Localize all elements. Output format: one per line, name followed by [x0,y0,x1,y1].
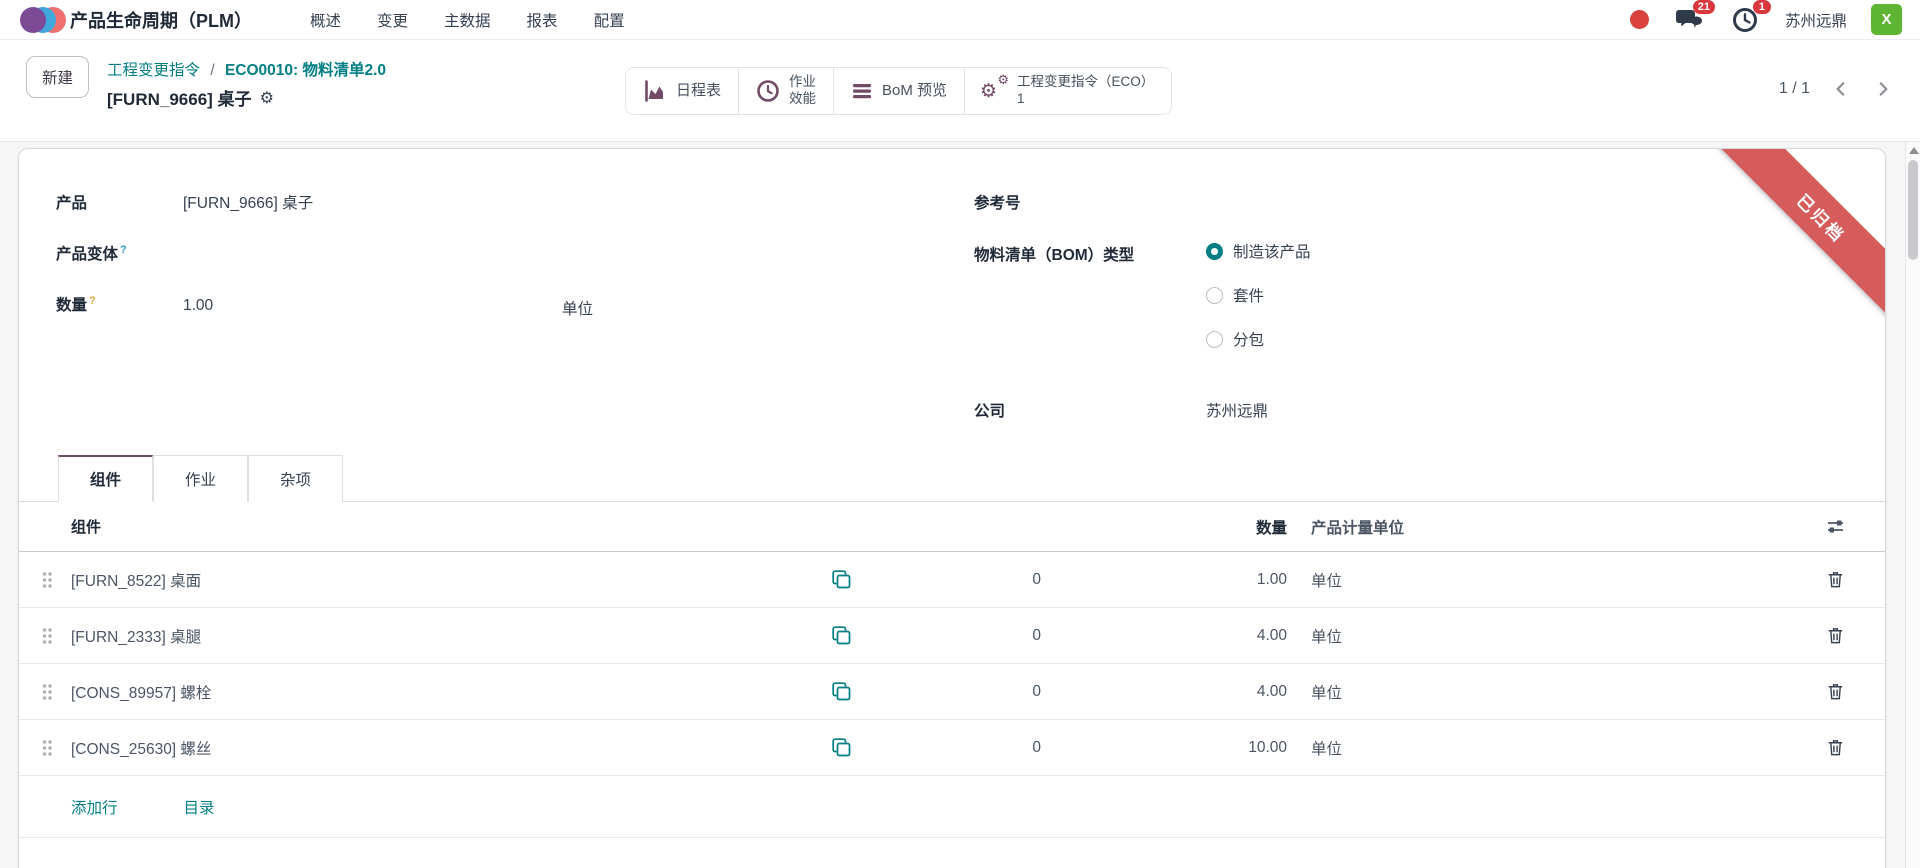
user-avatar[interactable]: X [1871,4,1902,35]
new-button[interactable]: 新建 [26,56,89,98]
quantity-input[interactable]: 1.00 [183,297,562,319]
eco-count-button[interactable]: ⚙⚙ 工程变更指令（ECO）1 [965,68,1171,114]
clock-icon [756,79,780,103]
optional-columns-icon[interactable] [1815,513,1855,540]
table-row: [CONS_89957] 螺栓 0 4.00 单位 [19,664,1885,720]
menu-master-data[interactable]: 主数据 [444,9,491,31]
breadcrumb: 工程变更指令 / ECO0010: 物料清单2.0 [FURN_9666] 桌子… [107,56,386,110]
reference-label: 参考号 [974,191,1206,213]
quantity-label: 数量? [56,293,183,315]
activities-clock-icon[interactable]: 1 [1729,4,1761,36]
content-area: 已归档 产品 [FURN_9666] 桌子 产品变体? 数量? 1.00 单位 [0,141,1920,868]
duplicate-icon[interactable] [811,677,871,706]
delete-row-icon[interactable] [1815,734,1855,761]
catalog-link[interactable]: 目录 [184,796,215,818]
breadcrumb-separator: / [210,62,214,79]
delete-row-icon[interactable] [1815,566,1855,593]
bom-overview-button[interactable]: BoM 预览 [834,68,965,114]
odoo-logo-icon[interactable] [20,6,60,34]
components-table: 组件 数量 产品计量单位 [FURN_8522] 桌面 0 1.00 单位 [19,502,1885,838]
duplicate-icon[interactable] [811,733,871,762]
plm-app-window: 产品生命周期（PLM） 概述 变更 主数据 报表 配置 21 1 苏州远鼎 X … [0,0,1920,868]
add-line-link[interactable]: 添加行 [71,796,118,818]
menu-changes[interactable]: 变更 [377,9,408,31]
delete-row-icon[interactable] [1815,678,1855,705]
table-row: [FURN_8522] 桌面 0 1.00 单位 [19,552,1885,608]
radio-kit[interactable] [1206,287,1223,304]
gears-icon: ⚙⚙ [982,78,1008,104]
table-footer: 添加行 目录 [19,776,1885,838]
systray: 21 1 苏州远鼎 X [1630,4,1902,36]
pager-previous-icon[interactable] [1830,78,1852,100]
activities-badge: 1 [1753,0,1771,14]
main-menu: 概述 变更 主数据 报表 配置 [310,9,625,31]
settings-gear-icon[interactable]: ⚙ [260,88,274,107]
worksheet-performance-button[interactable]: 作业效能 [739,68,834,114]
top-navbar: 产品生命周期（PLM） 概述 变更 主数据 报表 配置 21 1 苏州远鼎 X [0,0,1920,40]
list-bars-icon [851,80,873,102]
record-title: [FURN_9666] 桌子 [107,85,252,110]
product-label: 产品 [56,191,183,213]
drag-handle-icon[interactable] [41,570,71,590]
pager-next-icon[interactable] [1872,78,1894,100]
menu-reporting[interactable]: 报表 [527,9,558,31]
bom-type-radio-group: 制造该产品 套件 分包 [1206,236,1311,368]
bom-type-label: 物料清单（BOM）类型 [974,243,1206,265]
tab-components[interactable]: 组件 [58,455,153,502]
company-value[interactable]: 苏州远鼎 [1206,399,1268,421]
drag-handle-icon[interactable] [41,682,71,702]
col-uom: 产品计量单位 [1297,516,1511,538]
table-row: [FURN_2333] 桌腿 0 4.00 单位 [19,608,1885,664]
notebook-tabs: 组件 作业 杂项 [19,455,1885,502]
pager-counter: 1 / 1 [1779,80,1810,98]
drag-handle-icon[interactable] [41,738,71,758]
product-value[interactable]: [FURN_9666] 桌子 [183,191,313,213]
control-panel: 新建 工程变更指令 / ECO0010: 物料清单2.0 [FURN_9666]… [0,40,1920,141]
quantity-help-icon[interactable]: ? [89,295,96,307]
table-row: [CONS_25630] 螺丝 0 10.00 单位 [19,720,1885,776]
tab-miscellaneous[interactable]: 杂项 [248,455,343,502]
schedule-button[interactable]: 日程表 [626,68,739,114]
company-switcher[interactable]: 苏州远鼎 [1785,9,1847,31]
breadcrumb-parent-link[interactable]: 工程变更指令 [107,62,200,79]
radio-subcontract[interactable] [1206,331,1223,348]
form-fields: 产品 [FURN_9666] 桌子 产品变体? 数量? 1.00 单位 [19,149,1885,455]
menu-overview[interactable]: 概述 [310,9,341,31]
duplicate-icon[interactable] [811,621,871,650]
drag-handle-icon[interactable] [41,626,71,646]
form-sheet: 已归档 产品 [FURN_9666] 桌子 产品变体? 数量? 1.00 单位 [18,148,1886,868]
app-title[interactable]: 产品生命周期（PLM） [70,7,252,33]
radio-manufacture[interactable] [1206,243,1223,260]
pager: 1 / 1 [1779,78,1894,100]
scroll-up-arrow-icon[interactable] [1909,147,1919,154]
quantity-uom-value[interactable]: 单位 [562,297,593,319]
company-label: 公司 [974,399,1206,421]
breadcrumb-current[interactable]: ECO0010: 物料清单2.0 [225,62,386,79]
col-quantity: 数量 [1051,516,1297,538]
status-dot-icon[interactable] [1630,10,1649,29]
variant-help-icon[interactable]: ? [120,244,127,256]
menu-configuration[interactable]: 配置 [594,9,625,31]
variant-label: 产品变体? [56,242,183,264]
messages-badge: 21 [1693,0,1715,14]
delete-row-icon[interactable] [1815,622,1855,649]
duplicate-icon[interactable] [811,565,871,594]
tab-operations[interactable]: 作业 [153,455,248,502]
scrollbar-thumb[interactable] [1908,160,1918,260]
table-header: 组件 数量 产品计量单位 [19,502,1885,552]
stat-button-group: 日程表 作业效能 BoM 预览 ⚙⚙ 工程变更指令（ECO）1 [625,67,1172,115]
area-chart-icon [643,79,667,103]
messages-icon[interactable]: 21 [1673,4,1705,36]
vertical-scrollbar[interactable] [1905,142,1920,868]
col-component: 组件 [71,516,811,537]
